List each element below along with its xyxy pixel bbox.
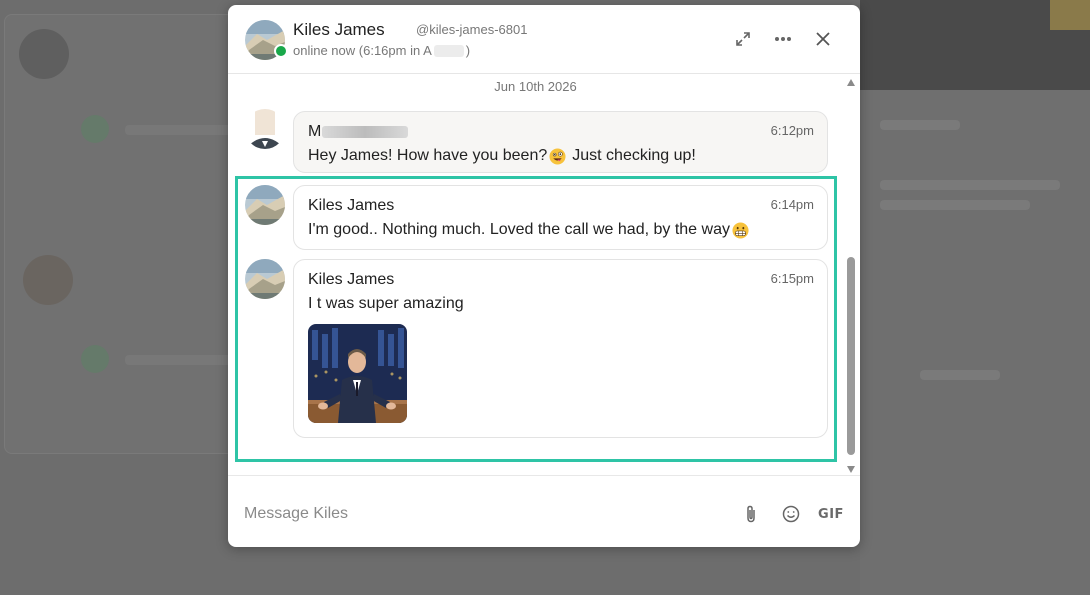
message-scrollbar[interactable] xyxy=(845,77,857,475)
chat-dialog: Kiles James @kiles-james-6801 online now… xyxy=(228,5,860,547)
status-close-paren: ) xyxy=(465,43,471,58)
contact-status: online now (6:16pm in A) xyxy=(293,43,470,58)
expand-icon xyxy=(736,32,750,46)
close-icon xyxy=(816,32,830,46)
scroll-up-arrow-icon[interactable] xyxy=(847,79,855,86)
message-input[interactable] xyxy=(244,502,714,526)
message-sender: Kiles James xyxy=(308,271,395,288)
sender-initial: M xyxy=(308,123,322,140)
sender-avatar[interactable] xyxy=(245,185,285,225)
gif-attachment[interactable] xyxy=(308,324,407,423)
smiley-icon xyxy=(782,505,800,523)
message-text: Hey James! How have you been? Just check… xyxy=(308,147,696,165)
redacted-sender-name xyxy=(322,126,409,138)
contact-name[interactable]: Kiles James xyxy=(293,20,385,40)
message-text-part: Just checking up! xyxy=(572,147,696,164)
scroll-thumb[interactable] xyxy=(847,257,855,455)
scroll-down-arrow-icon[interactable] xyxy=(847,466,855,473)
message-sender: Kiles James xyxy=(308,197,395,214)
message-sender: M xyxy=(308,123,409,141)
chat-header: Kiles James @kiles-james-6801 online now… xyxy=(228,5,860,74)
message-text-part: I'm good.. Nothing much. Loved the call … xyxy=(308,221,730,238)
background-right-panel xyxy=(860,0,1090,595)
zany-face-emoji-icon xyxy=(549,147,566,165)
online-status-dot xyxy=(274,44,288,58)
message-time: 6:15pm xyxy=(770,271,814,286)
message-time: 6:12pm xyxy=(770,123,814,138)
sender-avatar[interactable] xyxy=(245,259,285,299)
redacted-location xyxy=(433,44,464,57)
message-text: I t was super amazing xyxy=(308,295,464,312)
message-time: 6:14pm xyxy=(770,197,814,212)
more-options-button[interactable] xyxy=(771,27,795,51)
message-text: I'm good.. Nothing much. Loved the call … xyxy=(308,221,749,239)
status-text: online now (6:16pm in A xyxy=(293,43,432,58)
close-button[interactable] xyxy=(811,27,835,51)
gif-button[interactable]: GIF xyxy=(816,500,846,528)
grimacing-face-emoji-icon xyxy=(732,221,749,239)
date-separator: Jun 10th 2026 xyxy=(494,79,577,94)
message-bubble[interactable]: Kiles James 6:14pm I'm good.. Nothing mu… xyxy=(293,185,828,250)
message-bubble[interactable]: Kiles James 6:15pm I t was super amazing xyxy=(293,259,828,438)
sender-avatar[interactable] xyxy=(245,109,285,149)
message-composer: GIF xyxy=(228,475,860,547)
emoji-button[interactable] xyxy=(777,500,805,528)
contact-handle: @kiles-james-6801 xyxy=(416,22,528,37)
message-text-part: Hey James! How have you been? xyxy=(308,147,548,164)
attach-button[interactable] xyxy=(737,500,765,528)
paperclip-icon xyxy=(747,505,755,523)
gif-label: GIF xyxy=(818,506,844,522)
expand-button[interactable] xyxy=(731,27,755,51)
more-dots-icon xyxy=(775,37,791,41)
message-bubble[interactable]: M 6:12pm Hey James! How have you been? J… xyxy=(293,111,828,173)
